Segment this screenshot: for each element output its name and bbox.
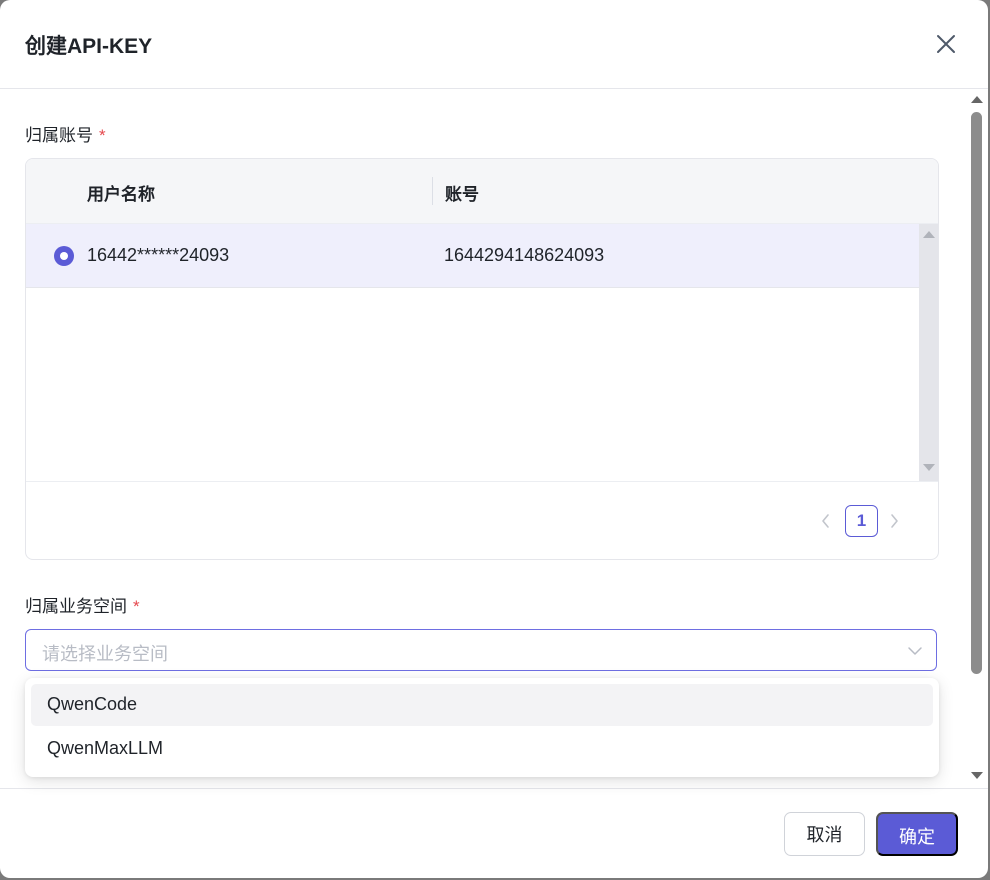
table-row[interactable]: 16442******24093 1644294148624093	[26, 224, 919, 288]
option-label: QwenMaxLLM	[47, 738, 164, 758]
required-mark: *	[133, 597, 140, 616]
workspace-select-placeholder: 请选择业务空间	[42, 644, 168, 664]
column-divider	[432, 177, 433, 205]
scroll-down-arrow-icon[interactable]	[971, 772, 983, 779]
workspace-label-text: 归属业务空间	[25, 597, 127, 616]
workspace-select[interactable]: 请选择业务空间	[25, 629, 937, 671]
account-table: 用户名称 账号 16442******24093 164429414862409…	[25, 158, 939, 560]
account-label-text: 归属账号	[25, 126, 93, 145]
chevron-right-icon[interactable]	[884, 511, 904, 531]
cell-username: 16442******24093	[87, 245, 230, 265]
dialog-footer: 取消 确定	[0, 788, 988, 878]
create-api-key-dialog: 创建API-KEY 归属账号 * 用户名称 账号 16442******24093…	[0, 0, 988, 878]
column-header-account: 账号	[445, 185, 479, 204]
chevron-left-icon[interactable]	[816, 511, 836, 531]
chevron-down-icon	[906, 642, 924, 660]
option-label: QwenCode	[47, 694, 138, 714]
dialog-title: 创建API-KEY	[25, 35, 153, 58]
close-icon[interactable]	[934, 32, 958, 56]
scroll-down-arrow-icon[interactable]	[923, 464, 935, 471]
required-mark: *	[99, 126, 106, 145]
cell-account: 1644294148624093	[444, 245, 605, 265]
table-scrollbar[interactable]	[919, 224, 938, 481]
confirm-button[interactable]: 确定	[876, 812, 958, 856]
dialog-header: 创建API-KEY	[0, 0, 988, 89]
table-header: 用户名称 账号	[26, 159, 938, 224]
workspace-dropdown: QwenCode QwenMaxLLM	[25, 678, 939, 777]
radio-dot	[60, 252, 68, 260]
scroll-up-arrow-icon[interactable]	[971, 96, 983, 103]
workspace-label: 归属业务空间 *	[25, 592, 140, 617]
cancel-button[interactable]: 取消	[784, 812, 865, 856]
page-number-current[interactable]: 1	[845, 505, 878, 537]
column-header-username: 用户名称	[87, 185, 155, 204]
scroll-up-arrow-icon[interactable]	[923, 231, 935, 238]
table-body: 16442******24093 1644294148624093	[26, 224, 938, 482]
account-label: 归属账号 *	[25, 121, 106, 146]
scrollbar-thumb[interactable]	[971, 112, 982, 674]
dialog-scrollbar[interactable]	[966, 92, 988, 786]
row-radio-selected[interactable]	[54, 246, 74, 266]
dropdown-option-qwenmaxllm[interactable]: QwenMaxLLM	[31, 728, 933, 770]
dropdown-option-qwencode[interactable]: QwenCode	[31, 684, 933, 726]
